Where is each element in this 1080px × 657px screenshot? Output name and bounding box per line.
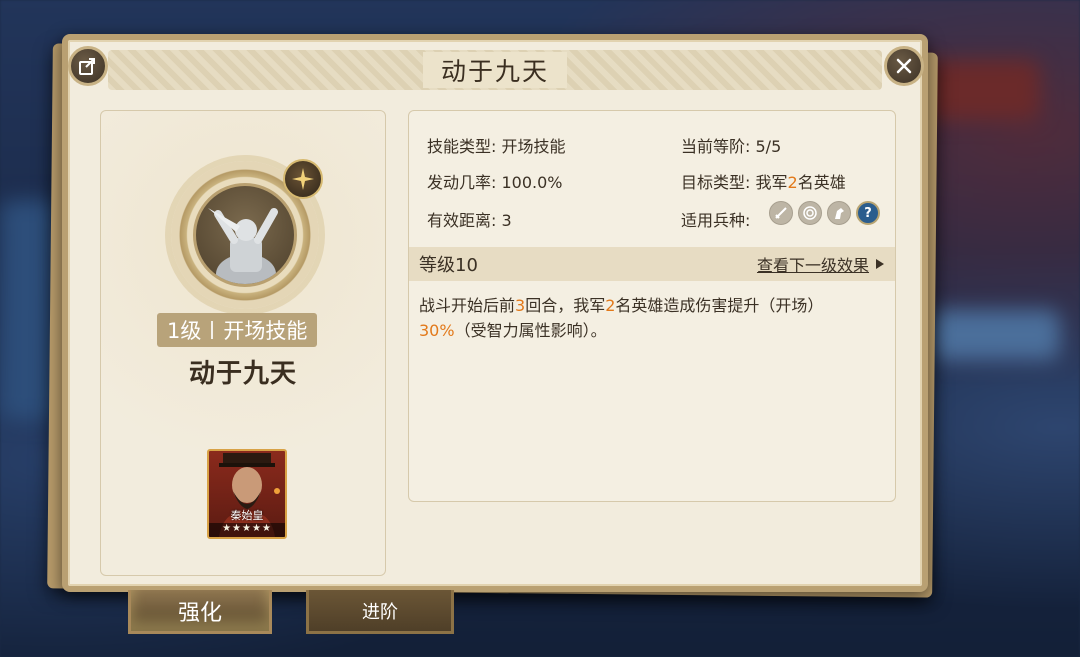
horse-icon[interactable] [827, 201, 851, 225]
trigger-rate-label: 发动几率: [427, 173, 497, 192]
dialog-title: 动于九天 [422, 52, 567, 88]
trigger-rate-row: 发动几率: 100.0% [427, 169, 563, 193]
range-row: 有效距离: 3 [427, 207, 512, 231]
desc-part3: 名英雄造成伤害提升（开场） [615, 296, 824, 315]
question-icon[interactable]: ? [856, 201, 880, 225]
skill-description: 战斗开始后前3回合，我军2名英雄造成伤害提升（开场） 30%（受智力属性影响）。 [419, 293, 875, 343]
arrow-right-icon [876, 259, 884, 269]
tag-separator [211, 321, 214, 339]
view-next-level-label: 查看下一级效果 [756, 256, 869, 275]
horn-warrior-figure [208, 208, 278, 284]
bg-blur-blue [930, 310, 1060, 360]
troop-icon-list: ? [769, 201, 880, 225]
horn-warrior-icon [193, 183, 297, 287]
desc-part1: 战斗开始后前 [419, 296, 516, 315]
sword-icon[interactable] [769, 201, 793, 225]
tab-strengthen[interactable]: 强化 [128, 590, 272, 634]
tab-strengthen-label: 强化 [177, 600, 222, 626]
troop-type-row: 适用兵种: [681, 207, 750, 231]
desc-rounds: 3 [515, 296, 526, 315]
hero-card[interactable]: 秦始皇 ★★★★★ [207, 449, 287, 539]
skill-name: 动于九天 [188, 359, 297, 389]
skill-type-row: 技能类型: 开场技能 [427, 133, 566, 157]
view-next-level-link[interactable]: 查看下一级效果 [757, 252, 885, 276]
desc-part2: 回合，我军 [525, 296, 606, 315]
skill-level-number: 等级10 [419, 255, 478, 276]
range-label: 有效距离: [427, 211, 497, 230]
hero-name: 秦始皇 [230, 509, 264, 522]
share-button[interactable] [68, 46, 108, 86]
skill-category: 开场技能 [223, 319, 308, 343]
tab-advance[interactable]: 进阶 [306, 590, 454, 634]
target-type-row: 目标类型: 我军2名英雄 [681, 169, 846, 193]
target-icon[interactable] [798, 201, 822, 225]
hero-stars: ★★★★★ [209, 523, 285, 537]
tab-advance-label: 进阶 [362, 601, 398, 623]
close-icon [896, 58, 912, 74]
current-rank-row: 当前等阶: 5/5 [681, 133, 781, 157]
desc-percent: 30% [419, 321, 455, 340]
dialog-title-bar: 动于九天 [108, 50, 882, 90]
target-type-label: 目标类型: [681, 173, 751, 192]
trigger-rate-value: 100.0% [501, 173, 563, 192]
level-band: 等级10 查看下一级效果 [409, 247, 895, 281]
skill-dialog: 动于九天 1级 开场技能 动于九天 秦始皇 ★★★★★ 技能类型: 开场技能 当… [62, 34, 928, 592]
desc-heroes: 2 [605, 296, 616, 315]
star-badge-icon [283, 159, 323, 199]
target-type-prefix: 我军 [755, 173, 788, 192]
share-icon [79, 58, 95, 75]
target-type-count: 2 [787, 173, 798, 192]
skill-detail-card: 技能类型: 开场技能 当前等阶: 5/5 发动几率: 100.0% 目标类型: … [408, 110, 896, 502]
skill-type-label: 技能类型: [427, 137, 497, 156]
skill-type-value: 开场技能 [501, 137, 566, 156]
close-button[interactable] [884, 46, 924, 86]
current-rank-value: 5/5 [755, 137, 782, 156]
current-rank-label: 当前等阶: [681, 137, 751, 156]
skill-level-tag: 1级 开场技能 [157, 313, 318, 347]
skill-overview-card: 1级 开场技能 动于九天 秦始皇 ★★★★★ [100, 110, 386, 576]
range-value: 3 [501, 211, 512, 230]
troop-type-label: 适用兵种: [681, 211, 751, 230]
target-type-suffix: 名英雄 [797, 173, 846, 192]
skill-level: 1级 [167, 319, 202, 343]
desc-part4: （受智力属性影响）。 [454, 321, 607, 340]
